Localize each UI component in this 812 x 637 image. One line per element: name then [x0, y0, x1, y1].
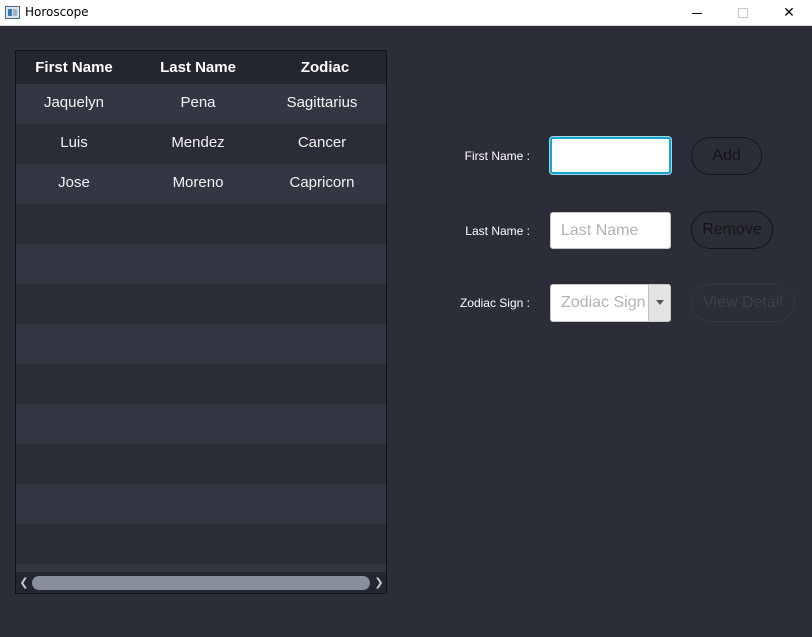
chevron-down-icon[interactable]: [648, 285, 670, 321]
main-panel: First Name Last Name Zodiac Jaquelyn Pen…: [0, 26, 812, 637]
first-name-label: First Name :: [464, 149, 530, 163]
cell-zodiac: Capricorn: [289, 174, 355, 191]
add-button[interactable]: Add: [691, 137, 762, 175]
close-button[interactable]: ✕: [766, 0, 812, 26]
empty-row: [16, 204, 386, 244]
empty-row: [16, 364, 386, 404]
table-row[interactable]: Luis Mendez Cancer: [16, 124, 386, 164]
last-name-label: Last Name :: [465, 224, 530, 238]
app-icon: [5, 6, 20, 19]
cell-first-name: Jaquelyn: [43, 94, 105, 111]
empty-row: [16, 524, 386, 564]
scroll-thumb[interactable]: [32, 576, 370, 590]
zodiac-table[interactable]: First Name Last Name Zodiac Jaquelyn Pen…: [15, 50, 387, 594]
first-name-input[interactable]: [550, 137, 671, 174]
table-header: First Name Last Name Zodiac: [16, 51, 386, 84]
maximize-icon: [738, 8, 748, 18]
cell-last-name: Moreno: [172, 174, 224, 191]
empty-row: [16, 404, 386, 444]
remove-button[interactable]: Remove: [691, 211, 773, 249]
minimize-icon: [692, 12, 702, 14]
cell-last-name: Mendez: [171, 134, 225, 151]
table-row[interactable]: Jose Moreno Capricorn: [16, 164, 386, 204]
minimize-button[interactable]: [674, 0, 720, 26]
column-header-last-name[interactable]: Last Name: [132, 51, 264, 84]
horizontal-scrollbar[interactable]: ❮ ❯: [16, 572, 386, 593]
title-bar: Horoscope ✕: [0, 0, 812, 26]
zodiac-sign-placeholder: Zodiac Sign: [561, 294, 646, 311]
last-name-input[interactable]: [550, 212, 671, 249]
maximize-button[interactable]: [720, 0, 766, 26]
window-title: Horoscope: [25, 5, 89, 19]
zodiac-sign-label: Zodiac Sign :: [459, 296, 530, 310]
cell-last-name: Pena: [180, 94, 216, 111]
cell-first-name: Luis: [60, 134, 88, 151]
cell-zodiac: Cancer: [297, 134, 347, 151]
empty-row: [16, 244, 386, 284]
empty-row: [16, 484, 386, 524]
empty-row: [16, 324, 386, 364]
zodiac-sign-combobox[interactable]: Zodiac Sign: [550, 284, 671, 322]
view-detail-button[interactable]: View Detail: [691, 284, 795, 322]
empty-row: [16, 444, 386, 484]
column-header-first-name[interactable]: First Name: [16, 51, 132, 84]
empty-row: [16, 284, 386, 324]
table-row[interactable]: Jaquelyn Pena Sagittarius: [16, 84, 386, 124]
close-icon: ✕: [783, 5, 795, 21]
cell-zodiac: Sagittarius: [286, 94, 358, 111]
column-header-zodiac[interactable]: Zodiac: [264, 51, 386, 84]
cell-first-name: Jose: [58, 174, 90, 191]
scroll-left-icon[interactable]: ❮: [19, 577, 29, 589]
scroll-right-icon[interactable]: ❯: [374, 577, 384, 589]
